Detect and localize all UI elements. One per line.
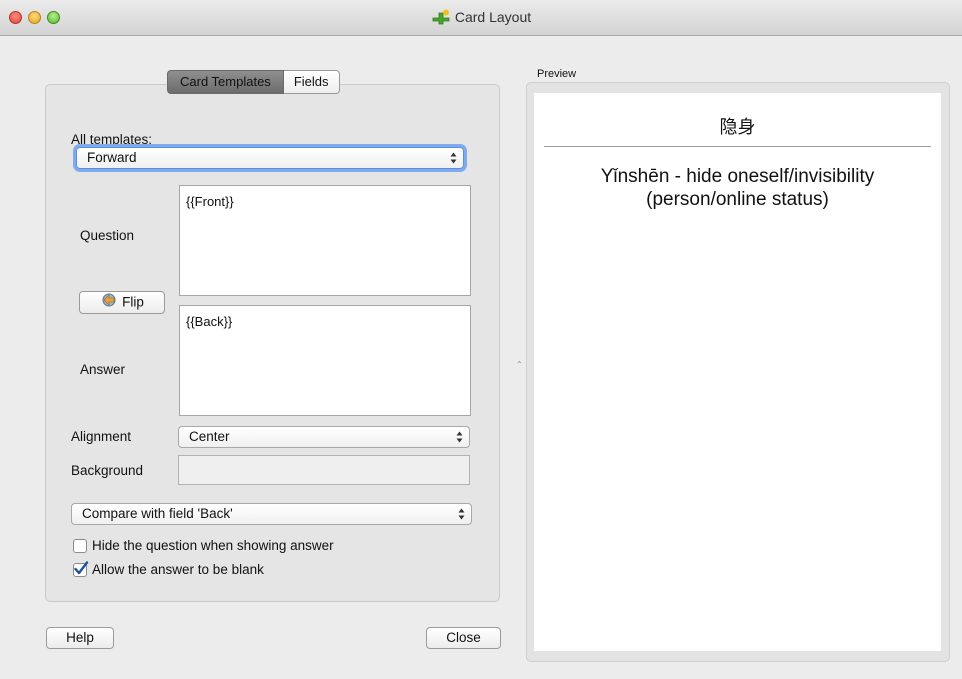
- splitter-handle[interactable]: ⌃: [516, 360, 523, 369]
- template-select[interactable]: Forward: [76, 147, 464, 169]
- compare-field-select-value: Compare with field 'Back': [82, 506, 233, 521]
- tab-fields[interactable]: Fields: [283, 70, 340, 94]
- background-color-field[interactable]: [178, 455, 470, 485]
- updown-arrows-icon: [456, 431, 463, 443]
- background-label: Background: [71, 463, 144, 478]
- close-button[interactable]: Close: [426, 627, 501, 649]
- allow-blank-checkbox[interactable]: [73, 561, 89, 577]
- updown-arrows-icon: [458, 508, 465, 520]
- preview-label: Preview: [537, 68, 577, 80]
- question-template-editor[interactable]: {{Front}}: [179, 185, 471, 296]
- anki-plus-icon: [431, 9, 451, 28]
- checkmark-icon: [74, 561, 89, 575]
- tab-card-templates[interactable]: Card Templates: [167, 70, 284, 94]
- hide-question-label: Hide the question when showing answer: [92, 538, 334, 553]
- tab-bar: Card Templates Fields: [167, 70, 340, 94]
- question-label: Question: [80, 228, 135, 243]
- template-select-value: Forward: [87, 150, 137, 165]
- preview-answer-line-2: (person/online status): [646, 189, 829, 210]
- help-button[interactable]: Help: [46, 627, 114, 649]
- flip-button[interactable]: Flip: [79, 291, 165, 314]
- updown-arrows-icon: [450, 152, 457, 164]
- title-bar: Card Layout: [0, 0, 962, 36]
- answer-template-editor[interactable]: {{Back}}: [179, 305, 471, 416]
- preview-card: 隐身 Yǐnshēn - hide oneself/invisibility (…: [534, 93, 941, 651]
- window-title: Card Layout: [0, 9, 962, 28]
- alignment-select[interactable]: Center: [178, 426, 470, 448]
- flip-label: Flip: [122, 294, 144, 310]
- alignment-select-value: Center: [189, 429, 230, 444]
- window-title-text: Card Layout: [454, 9, 532, 26]
- preview-answer: Yǐnshēn - hide oneself/invisibility (per…: [544, 165, 931, 211]
- preview-answer-line-1: Yǐnshēn - hide oneself/invisibility: [600, 166, 875, 187]
- alignment-label: Alignment: [71, 429, 132, 444]
- preview-divider: [544, 146, 931, 147]
- all-templates-label: All templates:: [71, 132, 153, 147]
- preview-question: 隐身: [719, 117, 756, 138]
- flip-icon: [100, 292, 118, 314]
- hide-question-checkbox[interactable]: [73, 539, 87, 553]
- answer-label: Answer: [80, 362, 126, 377]
- compare-field-select[interactable]: Compare with field 'Back': [71, 503, 472, 525]
- allow-blank-label: Allow the answer to be blank: [92, 562, 264, 577]
